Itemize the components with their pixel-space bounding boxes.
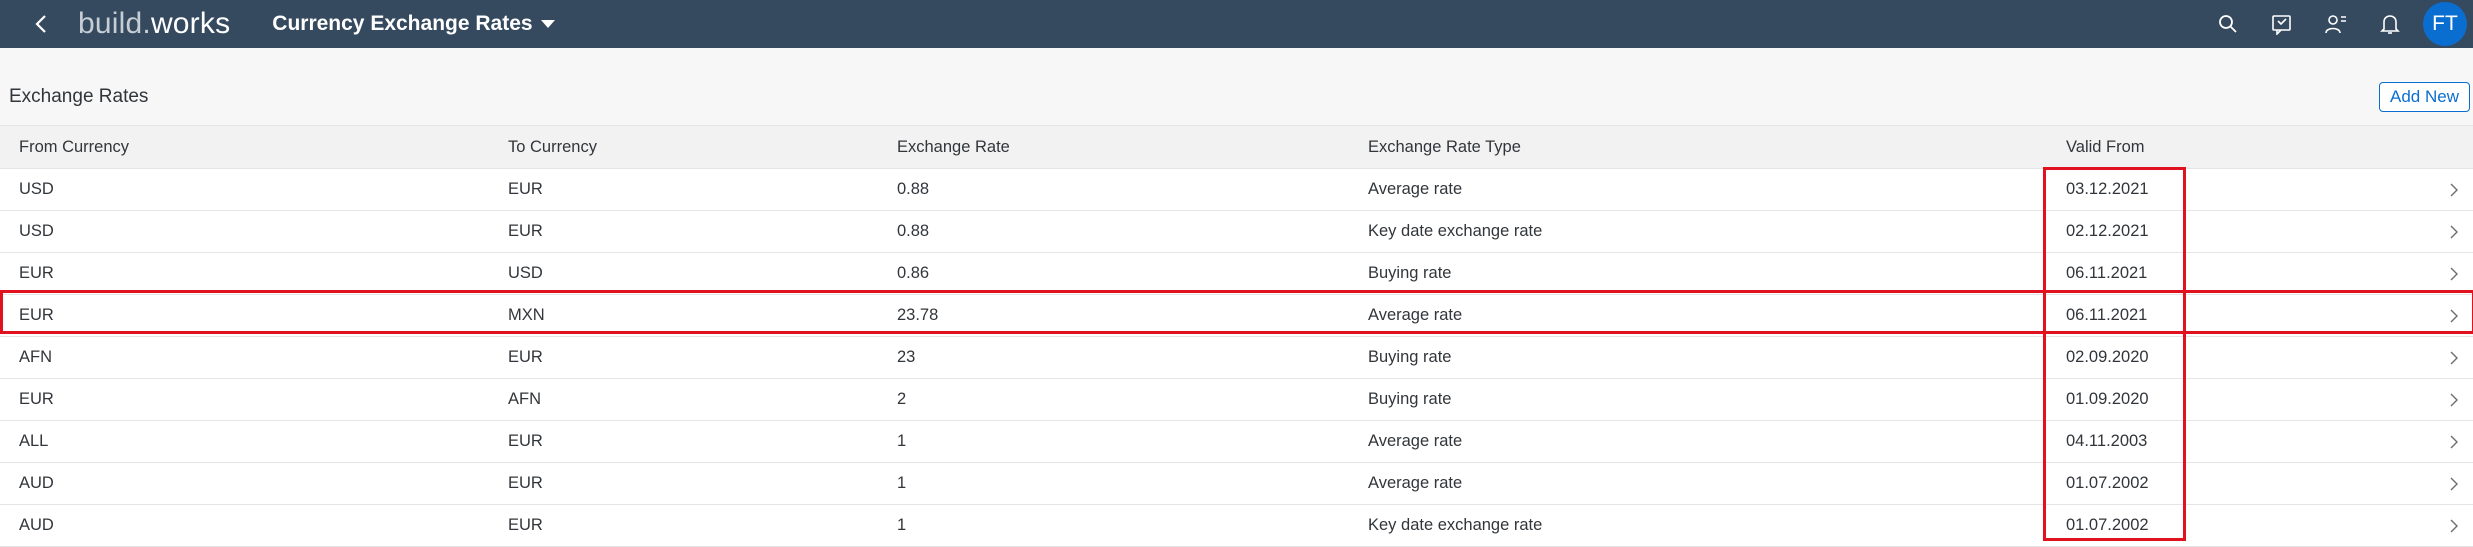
cell-exchange-rate-type: Buying rate bbox=[1368, 390, 1452, 408]
cell-valid-from: 01.07.2002 bbox=[2066, 474, 2149, 492]
cell-to-currency: EUR bbox=[508, 180, 543, 198]
chevron-right-icon[interactable] bbox=[2449, 253, 2459, 294]
cell-exchange-rate-type: Average rate bbox=[1368, 306, 1463, 324]
cell-valid-from: 03.12.2021 bbox=[2066, 180, 2149, 198]
column-header-valid-from[interactable]: Valid From bbox=[2066, 126, 2145, 168]
cell-exchange-rate-type: Average rate bbox=[1368, 474, 1463, 492]
back-icon bbox=[35, 15, 46, 33]
cell-exchange-rate: 1 bbox=[897, 474, 907, 492]
logo-prefix: build bbox=[78, 7, 143, 40]
back-button[interactable] bbox=[18, 0, 66, 48]
cell-valid-from: 02.09.2020 bbox=[2066, 348, 2149, 366]
app-title: Currency Exchange Rates bbox=[272, 12, 533, 35]
notifications-icon bbox=[2380, 15, 2400, 34]
cell-exchange-rate: 1 bbox=[897, 432, 907, 450]
cell-to-currency: EUR bbox=[508, 474, 543, 492]
chevron-right-icon[interactable] bbox=[2449, 295, 2459, 336]
cell-valid-from: 04.11.2003 bbox=[2066, 432, 2148, 450]
table-row[interactable]: ALL EUR 1 Average rate 04.11.2003 bbox=[0, 421, 2473, 463]
table-header: From Currency To Currency Exchange Rate … bbox=[0, 125, 2473, 169]
cell-to-currency: USD bbox=[508, 264, 543, 282]
add-new-button[interactable]: Add New bbox=[2379, 82, 2470, 112]
shell-actions: FT bbox=[2201, 0, 2473, 48]
column-header-from-currency[interactable]: From Currency bbox=[19, 126, 129, 168]
table-row[interactable]: AFN EUR 23 Buying rate 02.09.2020 bbox=[0, 337, 2473, 379]
user-settings-icon bbox=[2325, 15, 2346, 34]
chevron-right-icon[interactable] bbox=[2449, 505, 2459, 546]
table-row[interactable]: AUD EUR 1 Key date exchange rate 01.07.2002 bbox=[0, 505, 2473, 547]
cell-valid-from: 01.09.2020 bbox=[2066, 390, 2149, 408]
cell-from-currency: EUR bbox=[19, 264, 54, 282]
notifications-button[interactable] bbox=[2363, 0, 2417, 48]
cell-to-currency: MXN bbox=[508, 306, 545, 324]
shell-bar: build.works Currency Exchange Rates FT bbox=[0, 0, 2473, 48]
table-row[interactable]: EUR USD 0.86 Buying rate 06.11.2021 bbox=[0, 253, 2473, 295]
chevron-right-icon[interactable] bbox=[2449, 379, 2459, 420]
cell-from-currency: USD bbox=[19, 180, 54, 198]
cell-to-currency: EUR bbox=[508, 348, 543, 366]
cell-from-currency: AUD bbox=[19, 474, 54, 492]
app-title-menu[interactable]: Currency Exchange Rates bbox=[272, 12, 555, 36]
logo-suffix: works bbox=[150, 7, 231, 40]
cell-exchange-rate-type: Average rate bbox=[1368, 180, 1463, 198]
cell-from-currency: ALL bbox=[19, 432, 49, 450]
search-button[interactable] bbox=[2201, 0, 2255, 48]
user-settings-button[interactable] bbox=[2309, 0, 2363, 48]
cell-valid-from: 01.07.2002 bbox=[2066, 516, 2149, 534]
cell-from-currency: AUD bbox=[19, 516, 54, 534]
cell-exchange-rate-type: Key date exchange rate bbox=[1368, 516, 1543, 534]
cell-exchange-rate: 23.78 bbox=[897, 306, 939, 324]
column-header-to-currency[interactable]: To Currency bbox=[508, 126, 597, 168]
cell-to-currency: EUR bbox=[508, 432, 543, 450]
user-avatar[interactable]: FT bbox=[2423, 2, 2467, 46]
chevron-right-icon[interactable] bbox=[2449, 421, 2459, 462]
exchange-rates-table: From Currency To Currency Exchange Rate … bbox=[0, 125, 2473, 547]
cell-exchange-rate-type: Buying rate bbox=[1368, 348, 1452, 366]
logo-dot: . bbox=[142, 7, 151, 40]
search-icon bbox=[2219, 15, 2237, 33]
cell-from-currency: EUR bbox=[19, 306, 54, 324]
cell-to-currency: AFN bbox=[508, 390, 541, 408]
cell-valid-from: 06.11.2021 bbox=[2066, 306, 2148, 324]
app-logo[interactable]: build.works bbox=[78, 7, 230, 41]
chevron-right-icon[interactable] bbox=[2449, 211, 2459, 252]
cell-exchange-rate: 2 bbox=[897, 390, 907, 408]
cell-to-currency: EUR bbox=[508, 516, 543, 534]
table-row[interactable]: AUD EUR 1 Average rate 01.07.2002 bbox=[0, 463, 2473, 505]
cell-exchange-rate: 1 bbox=[897, 516, 907, 534]
guided-tour-button[interactable] bbox=[2255, 0, 2309, 48]
table-row[interactable]: EUR AFN 2 Buying rate 01.09.2020 bbox=[0, 379, 2473, 421]
cell-from-currency: EUR bbox=[19, 390, 54, 408]
chevron-right-icon[interactable] bbox=[2449, 169, 2459, 210]
cell-valid-from: 02.12.2021 bbox=[2066, 222, 2149, 240]
table-row[interactable]: USD EUR 0.88 Key date exchange rate 02.12.20… bbox=[0, 211, 2473, 253]
chevron-right-icon[interactable] bbox=[2449, 463, 2459, 504]
section-title: Exchange Rates bbox=[9, 86, 149, 107]
cell-from-currency: AFN bbox=[19, 348, 52, 366]
caret-down-icon bbox=[540, 20, 555, 28]
table-row[interactable]: USD EUR 0.88 Average rate 03.12.2021 bbox=[0, 169, 2473, 211]
table-row[interactable]: EUR MXN 23.78 Average rate 06.11.2021 bbox=[0, 295, 2473, 337]
cell-exchange-rate-type: Key date exchange rate bbox=[1368, 222, 1543, 240]
cell-valid-from: 06.11.2021 bbox=[2066, 264, 2148, 282]
cell-from-currency: USD bbox=[19, 222, 54, 240]
cell-to-currency: EUR bbox=[508, 222, 543, 240]
column-header-exchange-rate-type[interactable]: Exchange Rate Type bbox=[1368, 126, 1521, 168]
guided-tour-icon bbox=[2272, 15, 2291, 35]
column-header-exchange-rate[interactable]: Exchange Rate bbox=[897, 126, 1010, 168]
cell-exchange-rate: 23 bbox=[897, 348, 916, 366]
cell-exchange-rate-type: Buying rate bbox=[1368, 264, 1452, 282]
table-toolbar: Exchange Rates Add New bbox=[0, 74, 2473, 120]
cell-exchange-rate: 0.86 bbox=[897, 264, 930, 282]
chevron-right-icon[interactable] bbox=[2449, 337, 2459, 378]
cell-exchange-rate: 0.88 bbox=[897, 222, 930, 240]
cell-exchange-rate-type: Average rate bbox=[1368, 432, 1463, 450]
cell-exchange-rate: 0.88 bbox=[897, 180, 930, 198]
